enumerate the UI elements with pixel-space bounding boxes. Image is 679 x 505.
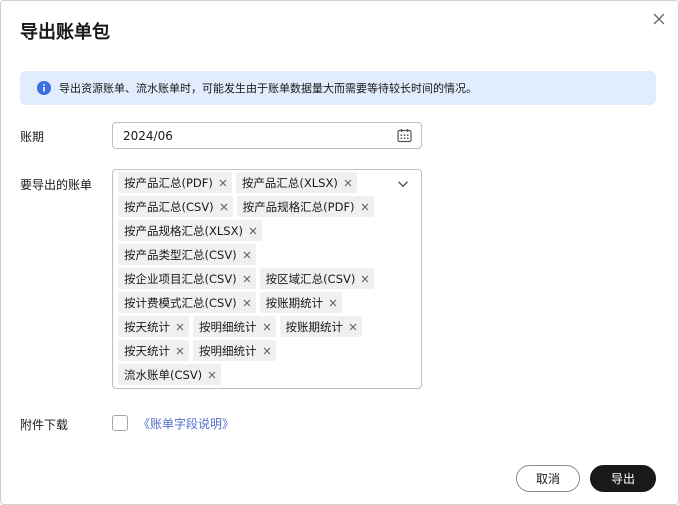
remove-tag-icon[interactable] [208,371,216,379]
chevron-down-icon[interactable] [397,178,409,190]
selected-tags: 按产品汇总(PDF) 按产品汇总(XLSX) 按产品汇总(CSV) 按产品规格汇… [118,172,388,388]
remove-tag-icon[interactable] [220,203,228,211]
info-alert: 导出资源账单、流水账单时，可能发生由于账单数据量大而需要等待较长时间的情况。 [20,71,656,105]
close-icon[interactable] [650,10,668,28]
export-button[interactable]: 导出 [590,465,656,492]
remove-tag-icon[interactable] [249,227,257,235]
calendar-icon[interactable] [397,128,412,143]
bills-label: 要导出的账单 [20,178,93,192]
tag-item: 按产品规格汇总(PDF) [236,196,374,217]
remove-tag-icon[interactable] [243,299,251,307]
tag-item: 按天统计 [118,316,189,337]
tag-item: 按产品规格汇总(XLSX) [118,220,262,241]
tag-item: 按区域汇总(CSV) [259,268,375,289]
tag-item: 按账期统计 [259,292,343,313]
remove-tag-icon[interactable] [219,179,227,187]
tag-item: 按产品类型汇总(CSV) [118,244,256,265]
remove-tag-icon[interactable] [243,251,251,259]
remove-tag-icon[interactable] [243,275,251,283]
alert-message: 导出资源账单、流水账单时，可能发生由于账单数据量大而需要等待较长时间的情况。 [59,82,477,95]
tag-item: 按产品汇总(CSV) [118,196,233,217]
remove-tag-icon[interactable] [329,299,337,307]
bill-fields-doc-link[interactable]: 《账单字段说明》 [138,415,234,432]
export-bill-dialog: 导出账单包 导出资源账单、流水账单时，可能发生由于账单数据量大而需要等待较长时间… [0,0,679,505]
remove-tag-icon[interactable] [263,323,271,331]
remove-tag-icon[interactable] [176,323,184,331]
period-label: 账期 [20,130,45,144]
attachment-label: 附件下载 [20,418,69,432]
tag-item: 按企业项目汇总(CSV) [118,268,256,289]
tag-item: 按产品汇总(PDF) [118,172,232,193]
cancel-button[interactable]: 取消 [516,465,580,492]
tag-item: 按明细统计 [193,316,276,337]
tag-item: 按天统计 [118,340,189,361]
remove-tag-icon[interactable] [349,323,357,331]
attachment-checkbox[interactable] [112,415,128,431]
dialog-title: 导出账单包 [20,22,110,43]
tag-item: 按明细统计 [193,340,276,361]
remove-tag-icon[interactable] [344,179,352,187]
remove-tag-icon[interactable] [361,275,369,283]
tag-item: 按账期统计 [279,316,362,337]
tag-item: 流水账单(CSV) [118,364,222,385]
remove-tag-icon[interactable] [361,203,369,211]
tag-item: 按计费模式汇总(CSV) [118,292,256,313]
period-value: 2024/06 [123,128,173,143]
bills-multiselect[interactable]: 按产品汇总(PDF) 按产品汇总(XLSX) 按产品汇总(CSV) 按产品规格汇… [112,169,422,389]
remove-tag-icon[interactable] [263,347,271,355]
remove-tag-icon[interactable] [176,347,184,355]
info-icon [37,81,51,95]
tag-item: 按产品汇总(XLSX) [235,172,357,193]
period-date-picker[interactable]: 2024/06 [112,122,422,149]
